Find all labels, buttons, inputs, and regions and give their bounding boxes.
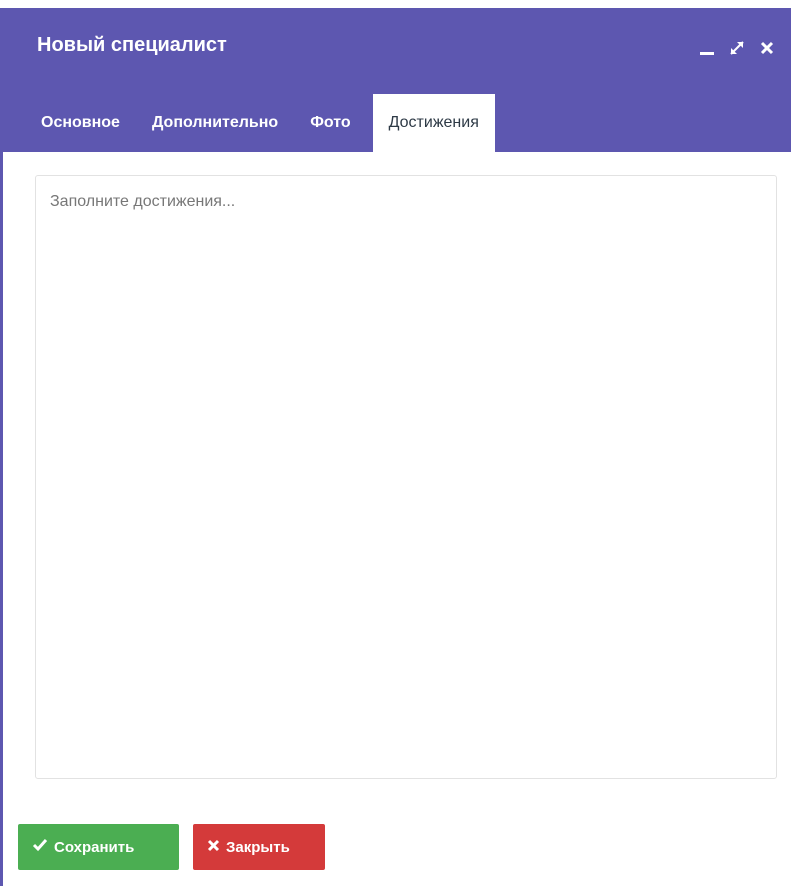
tab-main[interactable]: Основное — [25, 94, 136, 152]
modal-window: Новый специалист Основное Дополнительно … — [0, 8, 791, 886]
close-button-label: Закрыть — [226, 838, 290, 856]
minimize-icon[interactable] — [697, 38, 717, 58]
save-button[interactable]: Сохранить — [18, 824, 179, 870]
tab-bar: Основное Дополнительно Фото Достижения — [25, 94, 495, 152]
save-button-label: Сохранить — [54, 838, 135, 856]
check-icon — [32, 838, 48, 856]
tab-achievements[interactable]: Достижения — [372, 94, 495, 152]
tab-photo[interactable]: Фото — [294, 94, 366, 152]
close-button[interactable]: Закрыть — [193, 824, 325, 870]
x-icon — [207, 839, 220, 856]
window-controls — [697, 34, 777, 62]
top-edge — [0, 0, 791, 8]
modal-title: Новый специалист — [37, 34, 227, 56]
maximize-icon[interactable] — [727, 38, 747, 58]
modal-header: Новый специалист Основное Дополнительно … — [3, 8, 791, 152]
close-icon[interactable] — [757, 38, 777, 58]
tab-additional[interactable]: Дополнительно — [136, 94, 294, 152]
achievements-placeholder: Заполните достижения... — [50, 193, 236, 210]
achievements-textarea[interactable]: Заполните достижения... — [35, 175, 777, 779]
